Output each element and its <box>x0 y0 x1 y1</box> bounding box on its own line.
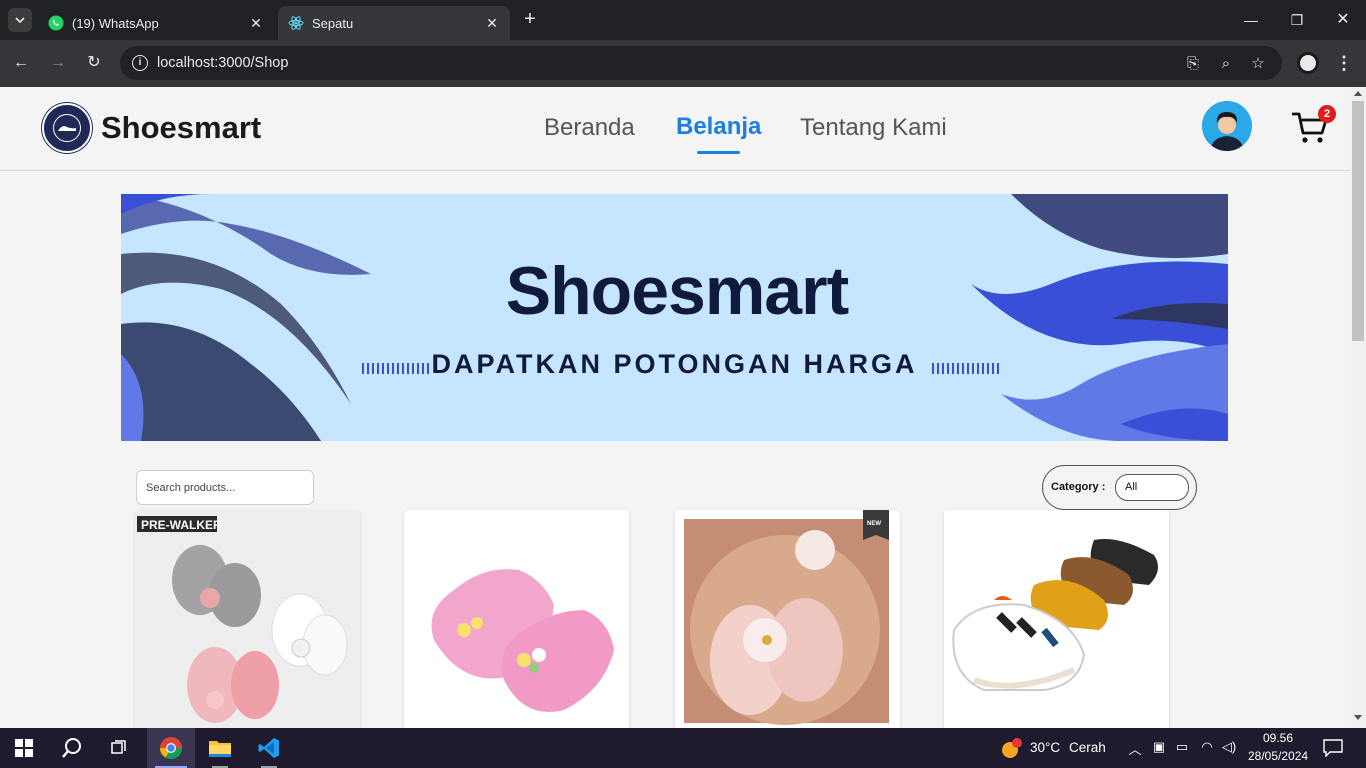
bookmark-star-icon[interactable]: ☆ <box>1248 54 1268 74</box>
wifi-icon[interactable]: ◠ <box>1198 739 1216 755</box>
profile-avatar-icon[interactable] <box>1297 52 1319 74</box>
tab-sepatu[interactable]: Sepatu ✕ <box>278 6 510 40</box>
chrome-icon <box>160 737 182 759</box>
battery-icon[interactable]: ▭ <box>1173 739 1191 755</box>
brand-logo[interactable] <box>42 103 92 153</box>
product-tag: PRE-WALKER <box>141 518 222 532</box>
site-info-icon[interactable]: i <box>132 55 148 71</box>
vscode-icon <box>258 738 279 758</box>
search-icon <box>62 738 81 758</box>
new-tab-button[interactable]: + <box>520 9 540 30</box>
taskbar-file-explorer[interactable] <box>196 728 244 768</box>
close-window-icon[interactable]: ✕ <box>1320 8 1366 32</box>
tab-title: Sepatu <box>312 15 354 31</box>
page-scrollbar[interactable] <box>1350 87 1366 728</box>
nav-belanja[interactable]: Belanja <box>676 113 761 141</box>
brand-name[interactable]: Shoesmart <box>101 110 261 146</box>
scroll-up-arrow-icon[interactable] <box>1354 91 1362 96</box>
tab-title: (19) WhatsApp <box>72 15 159 31</box>
close-icon[interactable]: ✕ <box>484 15 500 32</box>
product-image <box>404 510 629 728</box>
taskbar-chrome[interactable] <box>147 728 195 768</box>
product-card[interactable] <box>944 510 1169 728</box>
address-bar[interactable]: i localhost:3000/Shop ⎘ ⌕ ☆ <box>120 46 1282 80</box>
product-image: NEW <box>675 510 900 728</box>
weather-sun-icon[interactable] <box>999 737 1023 761</box>
nav-tentang-kami[interactable]: Tentang Kami <box>800 114 947 142</box>
start-button[interactable] <box>0 728 48 768</box>
banner-subtitle: DAPATKAN POTONGAN HARGA <box>431 349 918 379</box>
stripe-decoration-right <box>932 363 1002 374</box>
promo-banner: Shoesmart DAPATKAN POTONGAN HARGA <box>121 194 1228 441</box>
url-text[interactable]: localhost:3000/Shop <box>157 55 288 71</box>
volume-icon[interactable]: ◁) <box>1220 739 1238 755</box>
user-avatar-icon <box>1202 101 1252 151</box>
product-image <box>944 510 1169 728</box>
product-tag: NEW <box>867 521 881 527</box>
file-explorer-icon <box>209 741 231 757</box>
zoom-icon[interactable]: ⌕ <box>1216 54 1236 74</box>
site-header: Shoesmart Beranda Belanja Tentang Kami 2 <box>0 87 1350 171</box>
product-card[interactable]: PRE-WALKER <box>135 510 360 728</box>
install-app-icon[interactable]: ⎘ <box>1183 54 1203 74</box>
windows-taskbar: 30°C Cerah ︿ ▣ ▭ ◠ ◁) 09.56 28/05/2024 <box>0 728 1366 768</box>
taskbar-search-button[interactable] <box>48 728 96 768</box>
close-icon[interactable]: ✕ <box>248 15 264 32</box>
product-card[interactable] <box>404 510 629 728</box>
minimize-icon[interactable]: — <box>1228 8 1274 32</box>
task-view-icon <box>111 740 126 754</box>
back-arrow-icon[interactable]: ← <box>10 52 32 74</box>
shoe-logo-icon <box>53 114 81 142</box>
reload-icon[interactable]: ↻ <box>83 52 105 74</box>
search-input[interactable] <box>136 470 314 505</box>
chevron-up-icon[interactable]: ︿ <box>1126 739 1144 758</box>
user-avatar[interactable] <box>1202 101 1252 151</box>
chevron-down-icon <box>15 17 25 24</box>
notification-icon[interactable] <box>1323 739 1343 757</box>
taskbar-vscode[interactable] <box>245 728 293 768</box>
react-icon <box>288 16 304 30</box>
forward-arrow-icon[interactable]: → <box>47 52 69 74</box>
page-viewport: Shoesmart Beranda Belanja Tentang Kami 2 <box>0 87 1350 728</box>
whatsapp-icon <box>48 15 64 31</box>
tab-search-button[interactable] <box>8 8 32 32</box>
scrollbar-thumb[interactable] <box>1352 101 1364 341</box>
task-view-button[interactable] <box>96 728 144 768</box>
clock-date[interactable]: 28/05/2024 <box>1248 749 1308 763</box>
active-nav-indicator <box>697 151 740 154</box>
browser-tab-bar: (19) WhatsApp ✕ Sepatu ✕ + — ❐ ✕ <box>0 0 1366 40</box>
clock-time[interactable]: 09.56 <box>1248 731 1308 745</box>
more-menu-icon[interactable]: ⋮ <box>1334 52 1354 74</box>
category-label: Category : <box>1051 481 1106 493</box>
category-filter: Category : All <box>1042 465 1197 510</box>
start-icon <box>15 739 33 757</box>
browser-toolbar: ← → ↻ i localhost:3000/Shop ⎘ ⌕ ☆ ⋮ <box>0 40 1366 87</box>
banner-title: Shoesmart <box>505 253 849 329</box>
weather-condition[interactable]: Cerah <box>1069 740 1106 755</box>
category-select[interactable]: All <box>1115 474 1189 501</box>
nav-beranda[interactable]: Beranda <box>544 114 635 142</box>
product-card[interactable]: NEW <box>675 510 900 728</box>
weather-temperature[interactable]: 30°C <box>1030 740 1060 755</box>
tab-whatsapp[interactable]: (19) WhatsApp ✕ <box>38 6 274 40</box>
product-image: PRE-WALKER <box>135 510 360 728</box>
cart-count-badge: 2 <box>1318 105 1336 123</box>
meet-now-icon[interactable]: ▣ <box>1150 739 1168 755</box>
scroll-down-arrow-icon[interactable] <box>1354 715 1362 720</box>
restore-icon[interactable]: ❐ <box>1274 8 1320 32</box>
